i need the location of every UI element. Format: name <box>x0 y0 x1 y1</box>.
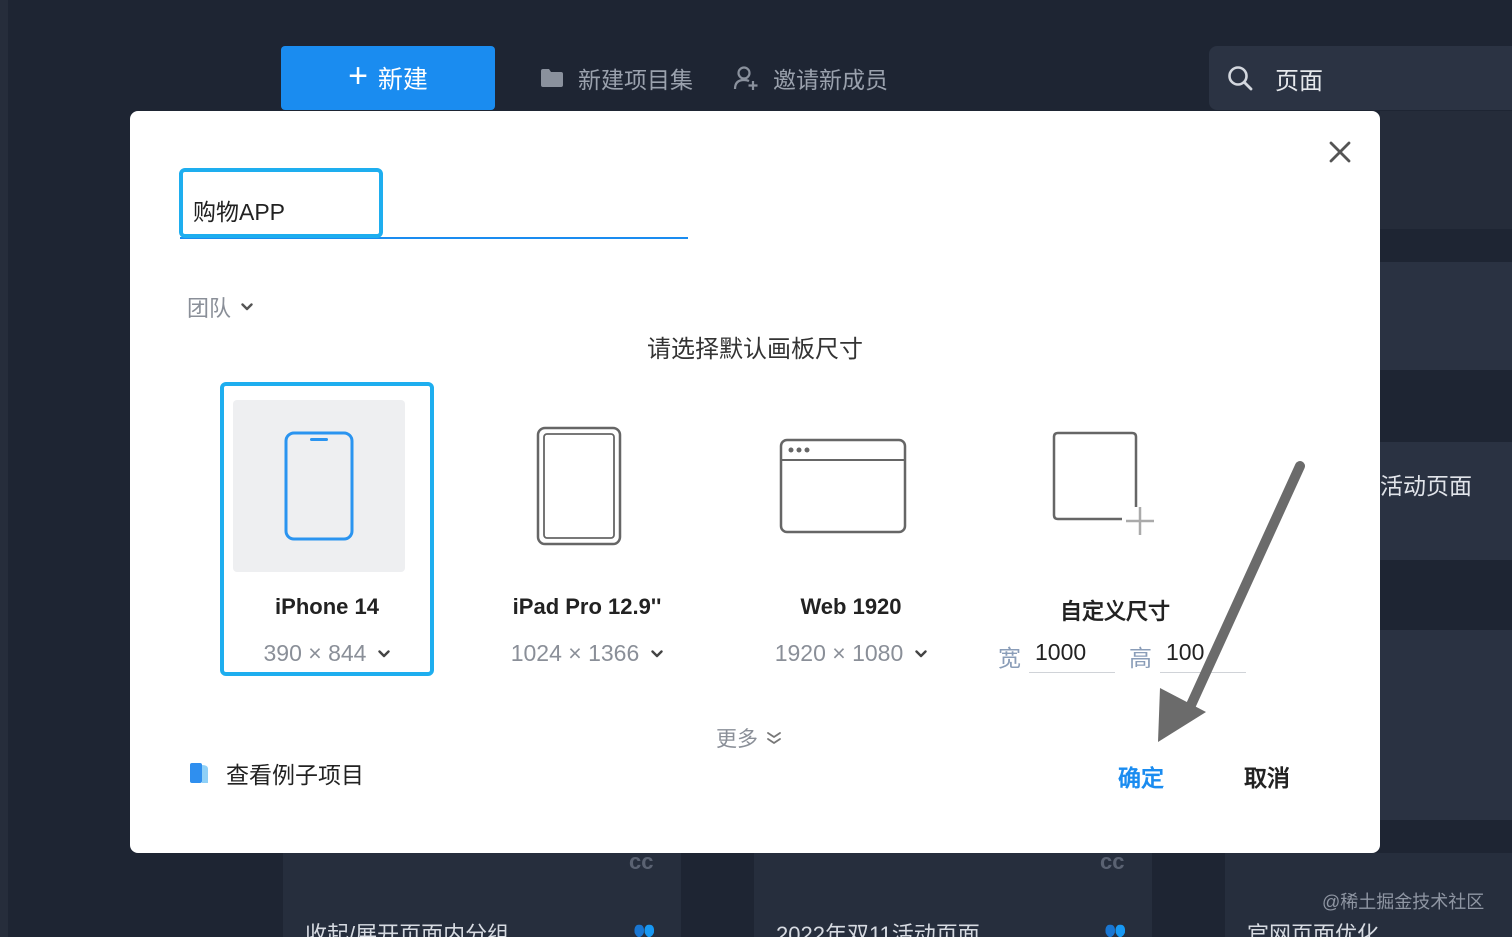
team-dropdown[interactable]: 团队 <box>187 291 253 323</box>
chevron-down-icon <box>378 649 391 657</box>
width-label: 宽 <box>998 645 1021 671</box>
option-name: 自定义尺寸 <box>1059 599 1170 624</box>
close-button[interactable] <box>1325 137 1355 167</box>
folder-icon <box>541 69 563 87</box>
team-label: 团队 <box>187 296 232 321</box>
invite-member-button[interactable]: 邀请新成员 <box>733 60 888 96</box>
new-project-dialog: 团队 请选择默认画板尺寸 iPhone 14 390 × 844 <box>130 111 1380 853</box>
custom-size-fields: 宽 1000 高 100 <box>998 637 1246 673</box>
right-panel <box>1380 262 1512 370</box>
chevron-down-icon <box>915 649 927 657</box>
option-name: iPhone 14 <box>275 594 379 619</box>
more-button[interactable]: 更多 <box>716 723 782 753</box>
option-size: 390 × 844 <box>263 640 367 666</box>
project-card[interactable]: cc 2022年双11活动页面 👥 <box>754 849 1152 937</box>
phone-icon <box>284 431 354 541</box>
double-chevron-down-icon <box>767 732 781 744</box>
new-button-label: 新建 <box>377 66 428 94</box>
right-panel <box>1380 111 1512 229</box>
option-size: 1024 × 1366 <box>510 640 640 666</box>
option-name: Web 1920 <box>800 594 902 619</box>
custom-size-icon <box>1052 431 1154 535</box>
option-size: 1920 × 1080 <box>774 640 904 666</box>
height-input[interactable]: 100 <box>1160 637 1246 673</box>
section-title: 请选择默认画板尺寸 <box>647 336 863 363</box>
project-card-title: 官网页面优化 <box>1247 922 1380 937</box>
chevron-down-icon <box>241 303 253 311</box>
option-thumbnail <box>233 400 405 572</box>
option-iphone-14[interactable]: iPhone 14 390 × 844 <box>220 382 434 676</box>
chevron-down-icon <box>651 649 663 657</box>
option-thumbnail <box>493 400 665 572</box>
size-dropdown[interactable]: 1024 × 1366 <box>484 640 690 667</box>
team-icon: 👥 <box>633 921 656 937</box>
search-icon <box>1228 66 1253 91</box>
size-dropdown[interactable]: 1920 × 1080 <box>748 640 954 667</box>
search-box[interactable]: 页面 <box>1209 46 1512 110</box>
option-name: iPad Pro 12.9'' <box>512 594 662 619</box>
width-input[interactable]: 1000 <box>1029 637 1115 673</box>
cancel-button[interactable]: 取消 <box>1244 759 1290 793</box>
new-collection-button[interactable]: 新建项目集 <box>540 60 693 96</box>
project-name-input[interactable] <box>179 168 383 238</box>
plus-icon: + <box>348 57 368 95</box>
view-example-link[interactable]: 查看例子项目 <box>188 756 364 790</box>
height-label: 高 <box>1129 645 1152 671</box>
more-label: 更多 <box>716 728 758 751</box>
project-card-title[interactable]: 活动页面 <box>1380 467 1472 501</box>
option-thumbnail <box>757 400 929 572</box>
invite-member-label: 邀请新成员 <box>773 67 888 93</box>
browser-window-icon <box>779 438 907 534</box>
confirm-button[interactable]: 确定 <box>1118 759 1164 793</box>
view-example-label: 查看例子项目 <box>226 762 364 788</box>
left-sidebar <box>0 0 8 937</box>
size-dropdown[interactable]: 390 × 844 <box>224 640 430 667</box>
new-collection-label: 新建项目集 <box>578 67 693 93</box>
book-icon <box>190 763 208 783</box>
team-icon: 👥 <box>1104 921 1127 937</box>
right-panel <box>1380 630 1512 820</box>
new-button[interactable]: + 新建 <box>281 46 495 110</box>
project-card[interactable]: cc 收起/展开页面内分组 👥 <box>283 849 681 937</box>
project-card-title: 收起/展开页面内分组 <box>305 922 510 937</box>
option-web-1920[interactable]: Web 1920 1920 × 1080 <box>744 382 958 676</box>
option-thumbnail <box>1021 400 1193 572</box>
project-card-title: 2022年双11活动页面 <box>776 922 980 937</box>
close-icon <box>1329 141 1351 163</box>
tablet-icon <box>536 426 622 546</box>
search-input[interactable]: 页面 <box>1275 61 1323 96</box>
option-custom-size[interactable]: 自定义尺寸 <box>1008 382 1222 676</box>
add-user-icon <box>733 66 758 90</box>
right-panel <box>1380 442 1512 560</box>
option-ipad-pro[interactable]: iPad Pro 12.9'' 1024 × 1366 <box>480 382 694 676</box>
watermark: @稀土掘金技术社区 <box>1322 892 1485 912</box>
